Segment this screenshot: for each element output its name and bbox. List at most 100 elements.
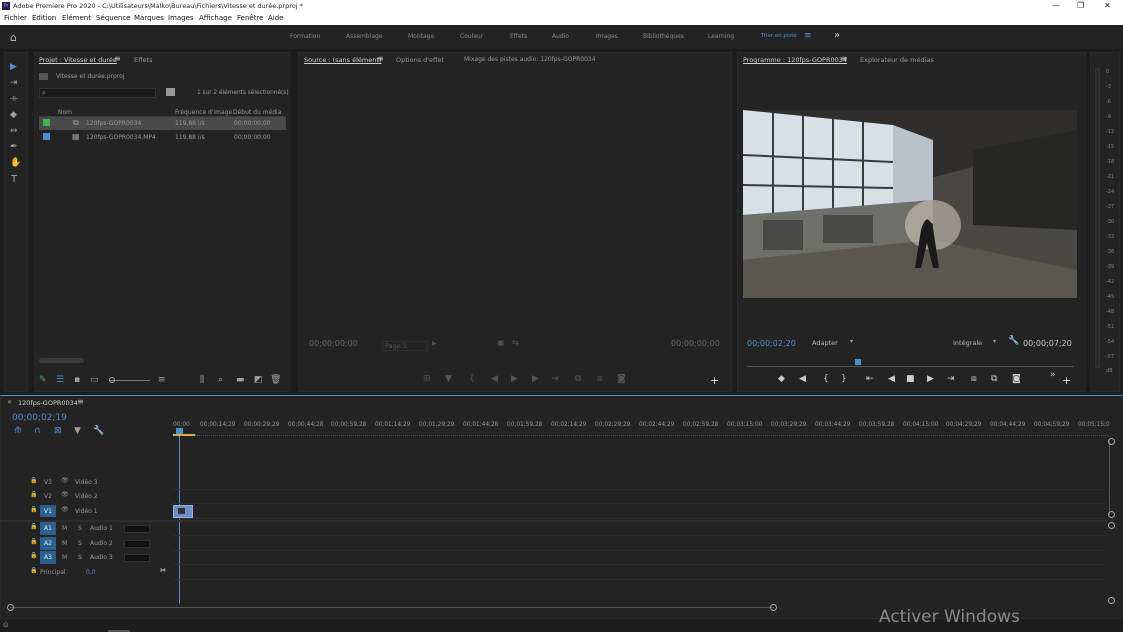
workspace-images[interactable]: Images <box>596 33 618 40</box>
tab-media-browser[interactable]: Explorateur de médias <box>860 56 934 64</box>
selection-tool-icon[interactable]: ▶ <box>10 63 17 72</box>
list-view-icon[interactable]: ☰ <box>56 376 64 385</box>
lock-icon[interactable]: 🔒 <box>30 552 37 559</box>
menu-edition[interactable]: Edition <box>32 14 56 22</box>
workspace-couleur[interactable]: Couleur <box>460 33 483 40</box>
lock-icon[interactable]: 🔒 <box>30 523 37 530</box>
mute-button[interactable]: M <box>62 554 67 561</box>
tab-audio-mixer[interactable]: Mixage des pistes audio: 120fps-GOPR0034 <box>464 56 596 63</box>
minimize-button[interactable]: — <box>1052 1 1060 10</box>
panel-menu-icon[interactable]: ≡ <box>114 54 121 63</box>
lock-icon[interactable]: 🔒 <box>30 567 37 574</box>
lock-icon[interactable]: 🔒 <box>30 477 37 484</box>
menu-aide[interactable]: Aide <box>268 14 283 22</box>
link-icon[interactable]: ⇆ <box>512 338 519 347</box>
ripple-edit-tool-icon[interactable]: ⟛ <box>10 95 18 104</box>
workspace-effets[interactable]: Effets <box>510 33 527 40</box>
scroll-handle[interactable] <box>770 604 777 611</box>
step-forward-icon[interactable]: ▶ <box>927 375 934 384</box>
lock-icon[interactable]: 🔒 <box>30 506 37 513</box>
solo-button[interactable]: S <box>78 540 82 547</box>
close-button[interactable]: ✕ <box>1104 1 1111 10</box>
menu-fichier[interactable]: Fichier <box>4 14 27 22</box>
camera-icon[interactable]: ◙ <box>1012 375 1021 384</box>
type-tool-icon[interactable]: T <box>11 175 17 185</box>
menu-marques[interactable]: Marques <box>134 14 164 22</box>
eye-icon[interactable]: 👁 <box>61 506 69 513</box>
marker-icon[interactable]: ▼ <box>74 427 81 436</box>
maximize-button[interactable]: ❐ <box>1077 1 1084 10</box>
track-header-v2[interactable]: 🔒 V2 👁 Vidéo 2 <box>0 490 171 504</box>
overwrite-icon[interactable]: ⧉ <box>575 375 581 384</box>
sort-icon[interactable]: ≡ <box>158 376 166 385</box>
scroll-handle[interactable] <box>1108 438 1115 445</box>
marker-icon[interactable]: ▼ <box>445 375 452 384</box>
panel-menu-icon[interactable]: ≡ <box>377 54 384 63</box>
program-scrubber[interactable] <box>747 359 1074 367</box>
track-lane-v3[interactable] <box>173 476 1106 490</box>
panel-menu-icon[interactable]: ≡ <box>77 397 84 406</box>
vertical-scroll-video[interactable] <box>1109 440 1115 515</box>
lift-icon[interactable]: ⧈ <box>597 375 603 384</box>
menu-element[interactable]: Elément <box>62 14 91 22</box>
horizontal-scrollbar[interactable] <box>10 607 774 610</box>
workspace-assemblage[interactable]: Assemblage <box>346 33 383 40</box>
video-clip[interactable] <box>173 505 193 518</box>
go-to-end-icon[interactable]: ⧓ <box>160 567 166 574</box>
column-name[interactable]: Nom <box>58 109 72 116</box>
go-to-out-icon[interactable]: ⇥ <box>947 375 955 384</box>
scroll-handle[interactable] <box>1108 597 1115 604</box>
track-lane-v1[interactable] <box>173 505 1106 519</box>
wrench-icon[interactable]: 🔧 <box>1008 336 1019 346</box>
track-lane-master[interactable] <box>173 566 1106 580</box>
razor-tool-icon[interactable]: ◆ <box>10 111 17 120</box>
camera-icon[interactable]: ◙ <box>617 375 626 384</box>
mute-button[interactable]: M <box>62 540 67 547</box>
workspace-menu-icon[interactable]: ≡ <box>804 31 812 41</box>
workspace-formation[interactable]: Formation <box>290 33 320 40</box>
delete-icon[interactable]: 🗑 <box>270 376 281 385</box>
tab-effets[interactable]: Effets <box>134 56 153 64</box>
step-forward-icon[interactable]: ▶ <box>532 375 539 384</box>
mute-button[interactable]: M <box>62 525 67 532</box>
volume-slider[interactable] <box>124 554 150 562</box>
step-back-icon[interactable]: ◀ <box>888 375 895 384</box>
marker-icon[interactable]: ◆ <box>778 375 785 384</box>
mark-in-icon[interactable]: { <box>469 375 475 384</box>
track-header-v3[interactable]: 🔒 V3 👁 Vidéo 3 <box>0 476 171 490</box>
column-fps[interactable]: Fréquence d'image <box>175 109 232 116</box>
automate-icon[interactable]: ⫼ <box>200 376 204 385</box>
menu-affichage[interactable]: Affichage <box>199 14 232 22</box>
lock-icon[interactable]: 🔒 <box>30 491 37 498</box>
page-select[interactable]: Page 1 <box>382 341 428 351</box>
solo-button[interactable]: S <box>78 525 82 532</box>
volume-slider[interactable] <box>124 540 150 548</box>
track-header-a1[interactable]: 🔒 A1 M S Audio 1 <box>0 522 171 536</box>
playhead-marker[interactable] <box>855 359 861 365</box>
master-value[interactable]: 0,0 <box>86 569 96 576</box>
panel-menu-icon[interactable]: ≡ <box>841 54 848 63</box>
add-button-icon[interactable]: + <box>1062 375 1071 386</box>
tab-sequence[interactable]: 120fps-GOPR0034 <box>18 399 78 407</box>
zoom-slider-handle[interactable] <box>109 377 115 383</box>
wrench-icon[interactable]: 🔧 <box>93 427 104 436</box>
menu-images[interactable]: Images <box>168 14 194 22</box>
lock-icon[interactable]: 🔒 <box>30 538 37 545</box>
track-header-master[interactable]: 🔒 Principal 0,0 ⧓ <box>0 566 171 580</box>
go-to-in-icon[interactable]: ⇤ <box>866 375 874 384</box>
new-item-icon[interactable]: ◩ <box>254 376 263 385</box>
export-frame-icon[interactable]: ▣ <box>497 338 505 347</box>
workspace-learning[interactable]: Learning <box>708 33 734 40</box>
mark-in-icon[interactable]: ◀ <box>799 375 806 384</box>
source-timecode-in[interactable]: 00;00;00;00 <box>309 339 358 348</box>
insert-icon[interactable]: ⊞ <box>423 375 431 384</box>
extract-icon[interactable]: ⧉ <box>991 375 997 384</box>
new-bin-icon[interactable] <box>166 88 175 96</box>
more-controls-icon[interactable]: » <box>1050 371 1056 380</box>
icon-view-icon[interactable]: ▪ <box>74 376 80 385</box>
track-header-v1[interactable]: 🔒 V1 👁 Vidéo 1 <box>0 505 171 519</box>
track-select-tool-icon[interactable]: ⇥ <box>10 79 18 88</box>
add-button-icon[interactable]: + <box>710 375 719 386</box>
home-icon[interactable]: ⌂ <box>10 31 17 44</box>
workspace-bibliotheques[interactable]: Bibliothèques <box>643 33 684 40</box>
